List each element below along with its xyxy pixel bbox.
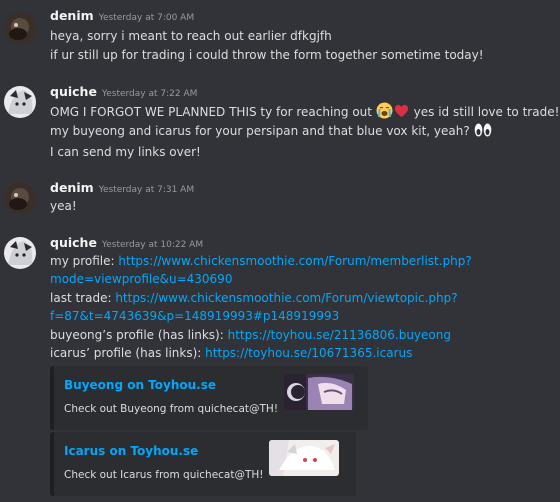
timestamp: Yesterday at 7:22 AM: [101, 89, 198, 99]
embed-title[interactable]: Buyeong on Toyhou.se: [64, 378, 216, 392]
message-text: yea!: [50, 199, 77, 213]
avatar-quiche[interactable]: [4, 237, 36, 269]
message-text-part: yes id still love to trade!!: [413, 105, 560, 119]
author-name[interactable]: quiche: [50, 84, 97, 99]
message-text: mode=viewprofile&u=430690: [50, 271, 232, 287]
embed-title[interactable]: Icarus on Toyhou.se: [64, 444, 198, 458]
trade-link-continued[interactable]: f=87&t=4743639&p=148919993#p148919993: [50, 309, 339, 323]
buyeong-link[interactable]: https://toyhou.se/21136806.buyeong: [228, 328, 451, 342]
timestamp: Yesterday at 7:00 AM: [98, 13, 195, 23]
message-text: if ur still up for trading i could throw…: [50, 48, 484, 62]
embed-thumbnail[interactable]: [284, 374, 354, 410]
trade-link[interactable]: https://www.chickensmoothie.com/Forum/vi…: [115, 291, 457, 305]
author-name[interactable]: denim: [50, 8, 94, 23]
message-text-part: my buyeong and icarus for your persipan …: [50, 124, 470, 138]
message-text-part: OMG I FORGOT WE PLANNED THIS ty for reac…: [50, 105, 372, 119]
message-header: denim Yesterday at 7:00 AM: [50, 8, 194, 26]
avatar-denim[interactable]: [4, 182, 36, 214]
message-text: last trade: https://www.chickensmoothie.…: [50, 290, 458, 306]
message-quiche-1: quiche Yesterday at 7:22 AM OMG I FORGOT …: [0, 84, 560, 164]
message-header: quiche Yesterday at 10:22 AM: [50, 235, 203, 253]
message-denim-1: denim Yesterday at 7:00 AM heya, sorry i …: [0, 8, 560, 68]
trade-label: last trade:: [50, 291, 112, 305]
icarus-label: icarus’ profile (has links):: [50, 346, 202, 360]
profile-label: my profile:: [50, 254, 115, 268]
author-name[interactable]: denim: [50, 180, 94, 195]
author-name[interactable]: quiche: [50, 235, 97, 250]
message-text: OMG I FORGOT WE PLANNED THIS ty for reac…: [50, 102, 560, 123]
message-denim-2: denim Yesterday at 7:31 AM yea!: [0, 180, 560, 220]
embed-thumbnail[interactable]: [269, 440, 339, 476]
message-text: icarus’ profile (has links): https://toy…: [50, 345, 412, 361]
avatar-denim[interactable]: [4, 12, 36, 44]
profile-link-continued[interactable]: mode=viewprofile&u=430690: [50, 272, 232, 286]
message-text: f=87&t=4743639&p=148919993#p148919993: [50, 308, 339, 324]
message-text: my buyeong and icarus for your persipan …: [50, 122, 492, 142]
message-quiche-2: quiche Yesterday at 10:22 AM my profile: …: [0, 235, 560, 500]
profile-link[interactable]: https://www.chickensmoothie.com/Forum/me…: [118, 254, 471, 268]
message-header: quiche Yesterday at 7:22 AM: [50, 84, 197, 102]
message-header: denim Yesterday at 7:31 AM: [50, 180, 194, 198]
timestamp: Yesterday at 10:22 AM: [101, 240, 204, 250]
message-text: I can send my links over!: [50, 145, 201, 159]
avatar-quiche[interactable]: [4, 86, 36, 118]
loudly-crying-face-icon[interactable]: [376, 102, 393, 123]
eyes-icon[interactable]: [474, 122, 492, 142]
buyeong-label: buyeong’s profile (has links):: [50, 328, 224, 342]
message-text: buyeong’s profile (has links): https://t…: [50, 327, 451, 343]
icarus-link[interactable]: https://toyhou.se/10671365.icarus: [205, 346, 412, 360]
message-text: heya, sorry i meant to reach out earlier…: [50, 29, 332, 43]
message-text: my profile: https://www.chickensmoothie.…: [50, 253, 472, 269]
link-embed-buyeong: Buyeong on Toyhou.se Check out Buyeong f…: [50, 366, 368, 430]
timestamp: Yesterday at 7:31 AM: [98, 185, 195, 195]
embed-description: Check out Icarus from quichecat@TH!: [64, 469, 264, 481]
embed-description: Check out Buyeong from quichecat@TH!: [64, 403, 279, 415]
red-heart-icon[interactable]: [393, 102, 410, 123]
link-embed-icarus: Icarus on Toyhou.se Check out Icarus fro…: [50, 432, 356, 496]
